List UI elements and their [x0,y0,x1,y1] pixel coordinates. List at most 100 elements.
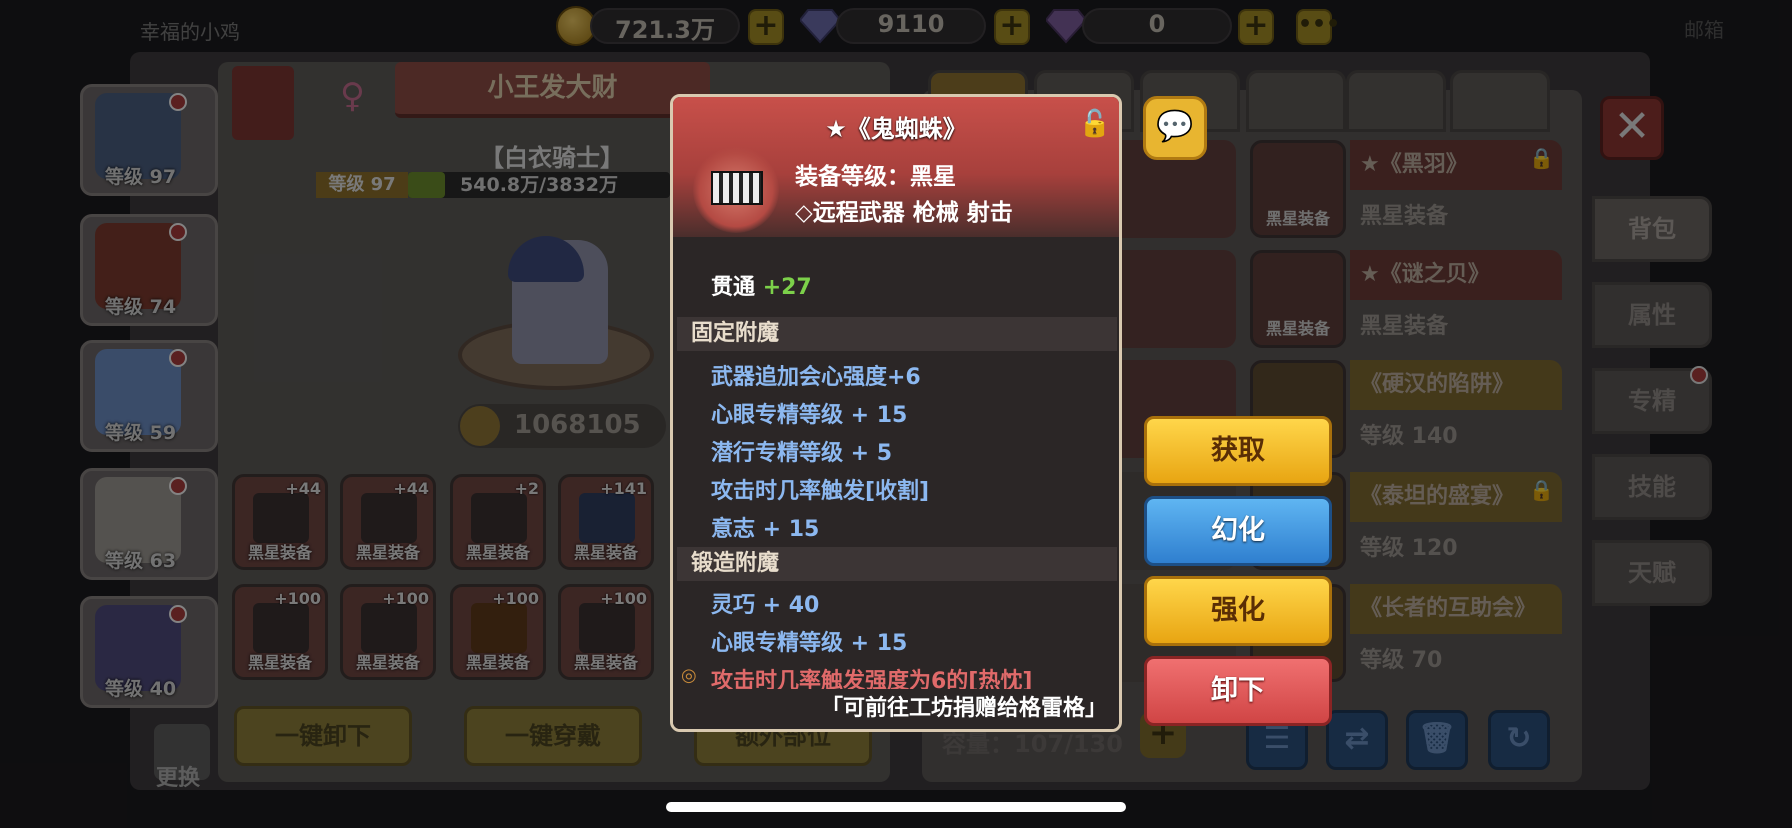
equipment-label: 黑星装备 [355,543,420,562]
equip-all-button[interactable]: 一键穿戴 [464,706,642,766]
item-title: 《长者的互助会》 [1350,584,1562,634]
item-title: 《硬汉的陷阱》 [1350,360,1562,410]
gem-value: 0 [1148,10,1166,38]
notification-dot [1690,366,1708,384]
more-button[interactable]: ••• [1296,9,1340,45]
power-icon [460,406,500,446]
portrait-level: 等级 97 [105,166,177,188]
item-type: ◇远程武器 枪械 射击 [795,200,1013,226]
equipment-slot[interactable]: +100 黑星装备 [232,584,328,680]
popup-footer: 「可前往工坊捐赠给格雷格」 [673,689,1119,729]
pierce-label: 贯通 [711,275,756,300]
item-subtitle: 等级 120 [1360,536,1458,561]
fixed-stat: 意志 + 15 [711,517,820,542]
diamond-value: 9110 [877,10,945,38]
fixed-stat: 武器追加会心强度+6 [711,365,921,390]
side-tab-talent[interactable]: 天赋 [1592,540,1712,606]
swap-label[interactable]: 更换 [156,760,200,792]
equipment-slot[interactable]: +44 黑星装备 [340,474,436,570]
portrait-level: 等级 63 [105,550,177,572]
fixed-stat: 攻击时几率触发[收割] [711,479,930,504]
inventory-item[interactable]: 黑星装备 ★《谜之贝》 黑星装备 [1250,250,1562,348]
unequip-button[interactable]: 卸下 [1144,656,1332,726]
equipment-art [253,603,309,653]
combat-power-value: 1068105 [514,410,641,440]
notification-dot [169,477,187,495]
side-tab-bag[interactable]: 背包 [1592,196,1712,262]
notification-dot [169,93,187,111]
female-icon: ♀ [340,76,365,116]
gold-value: 721.3万 [615,16,715,44]
equip-level: 装备等级：黑星 [795,164,956,190]
side-tab-skills[interactable]: 技能 [1592,454,1712,520]
tab-home[interactable] [1450,70,1550,132]
portrait-level: 等级 40 [105,678,177,700]
inventory-item[interactable]: 黑星装备 ★《黑羽》 黑星装备 🔒 [1250,140,1562,238]
item-subtitle: 黑星装备 [1360,314,1449,339]
enhance-level: +100 [274,589,321,608]
add-gem-button[interactable]: + [1238,9,1274,45]
chat-bubble-icon[interactable]: 💬 [1143,96,1207,160]
item-detail-popup: ★《鬼蜘蛛》 🔓 装备等级：黑星 ◇远程武器 枪械 射击 贯通 +27 固定附魔… [670,94,1122,732]
guild-emblem-icon [232,66,294,140]
pierce-stat: 贯通 +27 [711,269,812,301]
character-portrait[interactable]: 等级 74 [80,214,218,326]
forge-stat: 心眼专精等级 + 15 [711,631,908,656]
item-icon: 黑星装备 [1250,250,1346,348]
portrait-level: 等级 74 [105,296,177,318]
tab-accessory[interactable] [1246,70,1346,132]
enhance-level: +100 [600,589,647,608]
exchange-icon[interactable]: ⇄ [1326,710,1388,770]
equipment-slot[interactable]: +141 黑星装备 [558,474,654,570]
notification-dot [169,223,187,241]
character-portrait[interactable]: 等级 97 [80,84,218,196]
character-portrait[interactable]: 等级 63 [80,468,218,580]
item-subtitle: 等级 140 [1360,424,1458,449]
equipment-label: 黑星装备 [247,653,312,672]
close-button[interactable]: ✕ [1600,96,1664,160]
equipment-label: 黑星装备 [247,543,312,562]
lock-icon[interactable]: 🔓 [1079,109,1111,139]
item-title: ★《谜之贝》 [1350,250,1562,300]
tab-book[interactable] [1346,70,1446,132]
obtain-button[interactable]: 获取 [1144,416,1332,486]
item-subtitle: 黑星装备 [1360,204,1449,229]
add-diamond-button[interactable]: + [994,9,1030,45]
equipment-slot[interactable]: +44 黑星装备 [232,474,328,570]
enhance-level: +100 [492,589,539,608]
fixed-enchant-header: 固定附魔 [677,317,1117,351]
equipment-label: 黑星装备 [465,653,530,672]
mailbox-label[interactable]: 邮箱 [1684,14,1724,43]
equipment-slot[interactable]: +100 黑星装备 [558,584,654,680]
item-name: ★《鬼蜘蛛》 [825,115,967,143]
equipment-slot[interactable]: +2 黑星装备 [450,474,546,570]
equipment-slot[interactable]: +100 黑星装备 [340,584,436,680]
equipment-label: 黑星装备 [465,543,530,562]
add-gold-button[interactable]: + [748,9,784,45]
enhance-level: +2 [514,479,539,498]
equipment-art [471,603,527,653]
unequip-all-button[interactable]: 一键卸下 [234,706,412,766]
illusion-button[interactable]: 幻化 [1144,496,1332,566]
side-tab-attributes[interactable]: 属性 [1592,282,1712,348]
equipment-slot[interactable]: +100 黑星装备 [450,584,546,680]
gun-icon [711,171,763,205]
diamond-icon [800,9,840,44]
refresh-icon[interactable]: ↻ [1488,710,1550,770]
enhance-level: +44 [285,479,321,498]
character-portrait[interactable]: 等级 59 [80,340,218,452]
trash-icon[interactable]: 🗑 [1406,710,1468,770]
item-subtitle: 等级 70 [1360,648,1443,673]
lock-icon: 🔒 [1529,146,1554,170]
item-icon [693,147,779,233]
equipment-label: 黑星装备 [573,653,638,672]
enhance-button[interactable]: 强化 [1144,576,1332,646]
equipment-art [253,493,309,543]
home-indicator[interactable] [666,802,1126,812]
equipment-label: 黑星装备 [573,543,638,562]
character-portrait[interactable]: 等级 40 [80,596,218,708]
forge-stat: 灵巧 + 40 [711,593,820,618]
enhance-level: +141 [600,479,647,498]
forge-enchant-header: 锻造附魔 [677,547,1117,581]
equipment-art [579,493,635,543]
